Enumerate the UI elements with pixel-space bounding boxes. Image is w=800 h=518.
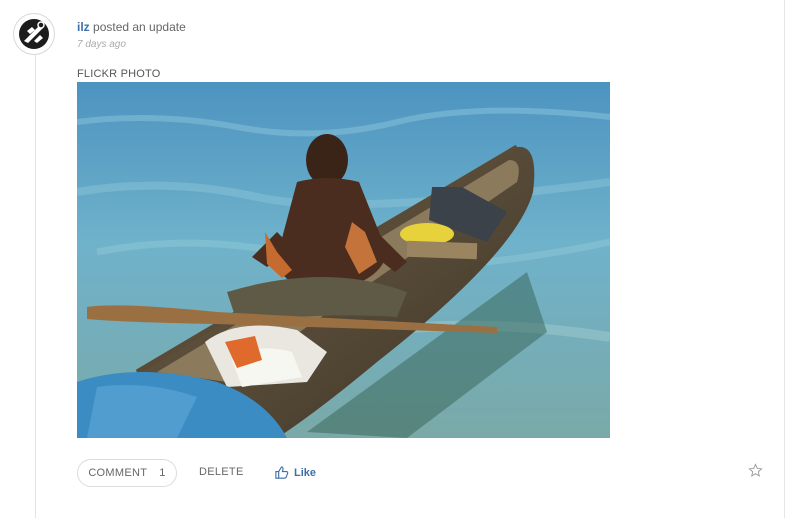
author-link[interactable]: ilz <box>77 20 90 34</box>
comment-button[interactable]: COMMENT 1 <box>77 459 177 487</box>
avatar-icon <box>19 19 49 49</box>
comment-count: 1 <box>159 467 166 479</box>
activity-feed: ilz posted an update 7 days ago FLICKR P… <box>0 0 800 518</box>
timeline-line <box>35 54 36 518</box>
like-label: Like <box>294 466 317 479</box>
delete-button[interactable]: DELETE <box>199 466 244 478</box>
content-border <box>784 0 785 518</box>
photo-icon <box>77 82 610 438</box>
post-header: ilz posted an update <box>77 20 186 34</box>
like-button[interactable]: Like <box>274 465 316 480</box>
star-icon[interactable] <box>748 463 763 478</box>
post-action-text: posted an update <box>93 20 186 34</box>
media-source-label: FLICKR PHOTO <box>77 68 161 80</box>
thumbs-up-icon <box>275 466 289 479</box>
comment-label: COMMENT <box>88 467 148 479</box>
avatar[interactable] <box>13 13 55 55</box>
post-timestamp[interactable]: 7 days ago <box>77 39 126 50</box>
flickr-photo[interactable] <box>77 82 610 438</box>
